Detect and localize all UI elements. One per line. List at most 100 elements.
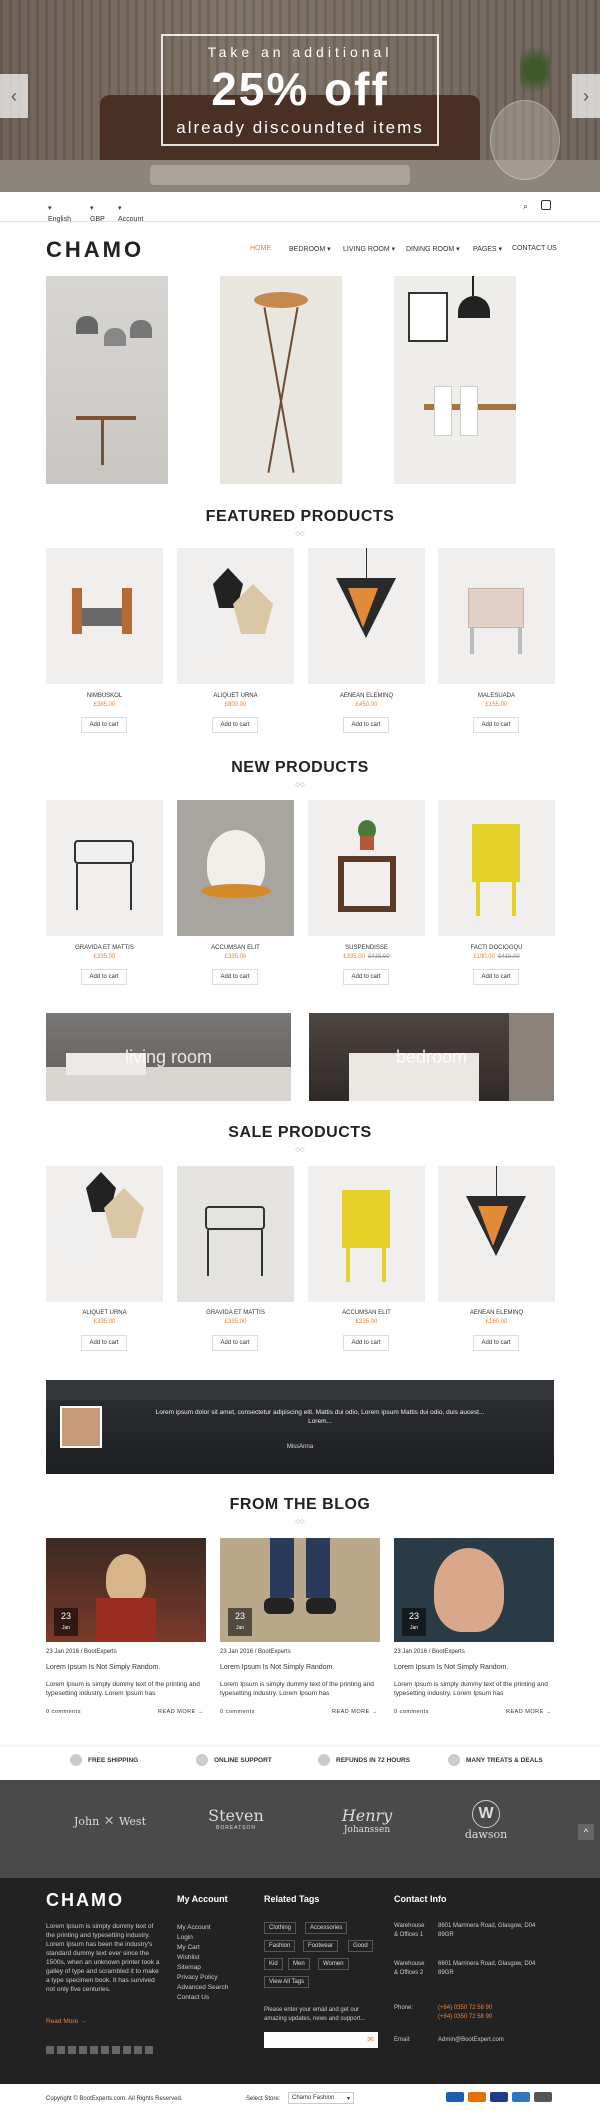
nav-living-room[interactable]: LIVING ROOM ▾	[343, 245, 395, 253]
add-to-cart-button[interactable]: Add to cart	[81, 717, 127, 733]
product-image[interactable]	[308, 548, 425, 684]
product-image[interactable]	[308, 800, 425, 936]
contact-phone[interactable]: (+84) 0350 72 58 90 (+84) 0350 72 58 90	[438, 2004, 508, 2022]
vimeo-icon[interactable]	[123, 2046, 131, 2054]
brand-logo[interactable]: John ✕ West	[70, 1812, 150, 1830]
add-to-cart-button[interactable]: Add to cart	[473, 1335, 519, 1351]
pinterest-icon[interactable]	[101, 2046, 109, 2054]
product-image[interactable]	[438, 548, 555, 684]
product-name[interactable]: AENEAN ELEMINQ	[438, 1310, 555, 1316]
footer-link[interactable]: Privacy Policy	[177, 1974, 217, 1981]
footer-link[interactable]: My Account	[177, 1924, 211, 1931]
rss-icon[interactable]	[134, 2046, 142, 2054]
product-image[interactable]	[177, 1166, 294, 1302]
brand-logo[interactable]: W dawson	[446, 1800, 526, 1841]
product-name[interactable]: NIMBUSKOL	[46, 693, 163, 699]
newsletter-email-input[interactable]: ✉	[264, 2032, 378, 2048]
add-to-cart-button[interactable]: Add to cart	[81, 1335, 127, 1351]
bedroom-banner[interactable]: bedroom	[309, 1013, 554, 1101]
blog-post-title[interactable]: Lorem Ipsum Is Not Simply Random.	[46, 1664, 160, 1671]
scroll-top-button[interactable]: ^	[578, 1824, 594, 1840]
brand-logo[interactable]: Henry Johanssen	[322, 1806, 412, 1835]
twitter-icon[interactable]	[57, 2046, 65, 2054]
nav-contact[interactable]: CONTACT US	[512, 245, 557, 252]
tag-link[interactable]: Women	[318, 1958, 349, 1970]
product-name[interactable]: FACTI DOCIOGQU	[438, 945, 555, 951]
product-name[interactable]: MALESUADA	[438, 693, 555, 699]
tag-link[interactable]: Kid	[264, 1958, 283, 1970]
footer-link[interactable]: My Cart	[177, 1944, 200, 1951]
product-name[interactable]: GRAVIDA ET MATTIS	[177, 1310, 294, 1316]
language-selector[interactable]: English ▾	[48, 204, 71, 223]
nav-bedroom[interactable]: BEDROOM ▾	[289, 245, 331, 253]
read-more-link[interactable]: READ MORE →	[158, 1709, 204, 1715]
product-image[interactable]	[46, 1166, 163, 1302]
add-to-cart-button[interactable]: Add to cart	[473, 969, 519, 985]
youtube-icon[interactable]	[79, 2046, 87, 2054]
brand-logo[interactable]: Steven BOREATSON	[196, 1806, 276, 1831]
tag-link[interactable]: Good	[348, 1940, 373, 1952]
tag-link[interactable]: Accessories	[305, 1922, 348, 1934]
product-name[interactable]: SUSPENDISSE	[308, 945, 425, 951]
footer-link[interactable]: Login	[177, 1934, 193, 1941]
footer-link[interactable]: Wishlist	[177, 1954, 199, 1961]
facebook-icon[interactable]	[46, 2046, 54, 2054]
product-image[interactable]	[46, 800, 163, 936]
slider-next-button[interactable]: ›	[572, 74, 600, 118]
read-more-link[interactable]: READ MORE →	[332, 1709, 378, 1715]
product-name[interactable]: ALIQUET URNA	[46, 1310, 163, 1316]
product-name[interactable]: AENEAN ELEMINQ	[308, 693, 425, 699]
read-more-link[interactable]: READ MORE →	[506, 1709, 552, 1715]
product-name[interactable]: ACCUMSAN ELIT	[177, 945, 294, 951]
product-image[interactable]	[308, 1166, 425, 1302]
blog-comments[interactable]: 0 comments	[220, 1709, 255, 1715]
blog-image[interactable]: 23 Jan	[394, 1538, 554, 1642]
footer-link[interactable]: Sitemap	[177, 1964, 201, 1971]
account-menu[interactable]: Account ▾	[118, 204, 143, 223]
blog-image[interactable]: 23 Jan	[220, 1538, 380, 1642]
add-to-cart-button[interactable]: Add to cart	[343, 1335, 389, 1351]
blog-image[interactable]: 23 Jan	[46, 1538, 206, 1642]
blog-comments[interactable]: 0 comments	[46, 1709, 81, 1715]
add-to-cart-button[interactable]: Add to cart	[473, 717, 519, 733]
product-image[interactable]	[177, 800, 294, 936]
nav-home[interactable]: HOME	[250, 245, 271, 252]
tag-link[interactable]: Fashion	[264, 1940, 296, 1952]
nav-dining-room[interactable]: DINING ROOM ▾	[406, 245, 460, 253]
footer-logo[interactable]: CHAMO	[46, 1890, 124, 1911]
google-plus-icon[interactable]	[68, 2046, 76, 2054]
add-to-cart-button[interactable]: Add to cart	[212, 717, 258, 733]
linkedin-icon[interactable]	[90, 2046, 98, 2054]
tag-link[interactable]: View All Tags	[264, 1976, 310, 1988]
add-to-cart-button[interactable]: Add to cart	[212, 1335, 258, 1351]
footer-link[interactable]: Advanced Search	[177, 1984, 228, 1991]
category-tile-dining[interactable]	[394, 276, 516, 484]
add-to-cart-button[interactable]: Add to cart	[343, 717, 389, 733]
product-image[interactable]	[46, 548, 163, 684]
tag-link[interactable]: Men	[288, 1958, 310, 1970]
add-to-cart-button[interactable]: Add to cart	[212, 969, 258, 985]
store-select[interactable]: Chamo Fashion ▾	[288, 2092, 354, 2104]
instagram-icon[interactable]	[112, 2046, 120, 2054]
living-room-banner[interactable]: living room	[46, 1013, 291, 1101]
product-name[interactable]: GRAVIDA ET MATTIS	[46, 945, 163, 951]
search-icon[interactable]: ⌕	[523, 201, 528, 212]
category-tile-stool[interactable]	[220, 276, 342, 484]
blog-comments[interactable]: 0 comments	[394, 1709, 429, 1715]
flickr-icon[interactable]	[145, 2046, 153, 2054]
product-name[interactable]: ACCUMSAN ELIT	[308, 1310, 425, 1316]
site-logo[interactable]: CHAMO	[46, 237, 144, 263]
add-to-cart-button[interactable]: Add to cart	[81, 969, 127, 985]
tag-link[interactable]: Clothing	[264, 1922, 297, 1934]
product-name[interactable]: ALIQUET URNA	[177, 693, 294, 699]
product-image[interactable]	[438, 1166, 555, 1302]
cart-icon[interactable]	[541, 200, 551, 210]
nav-pages[interactable]: PAGES ▾	[473, 245, 502, 253]
tag-link[interactable]: Footwear	[303, 1940, 339, 1952]
product-image[interactable]	[177, 548, 294, 684]
read-more-link[interactable]: Read More →	[46, 2018, 86, 2025]
contact-email[interactable]: Admin@BootExpert.com	[438, 2036, 548, 2045]
product-image[interactable]	[438, 800, 555, 936]
currency-selector[interactable]: GBP ▾	[90, 204, 105, 223]
category-tile-lamps[interactable]	[46, 276, 168, 484]
